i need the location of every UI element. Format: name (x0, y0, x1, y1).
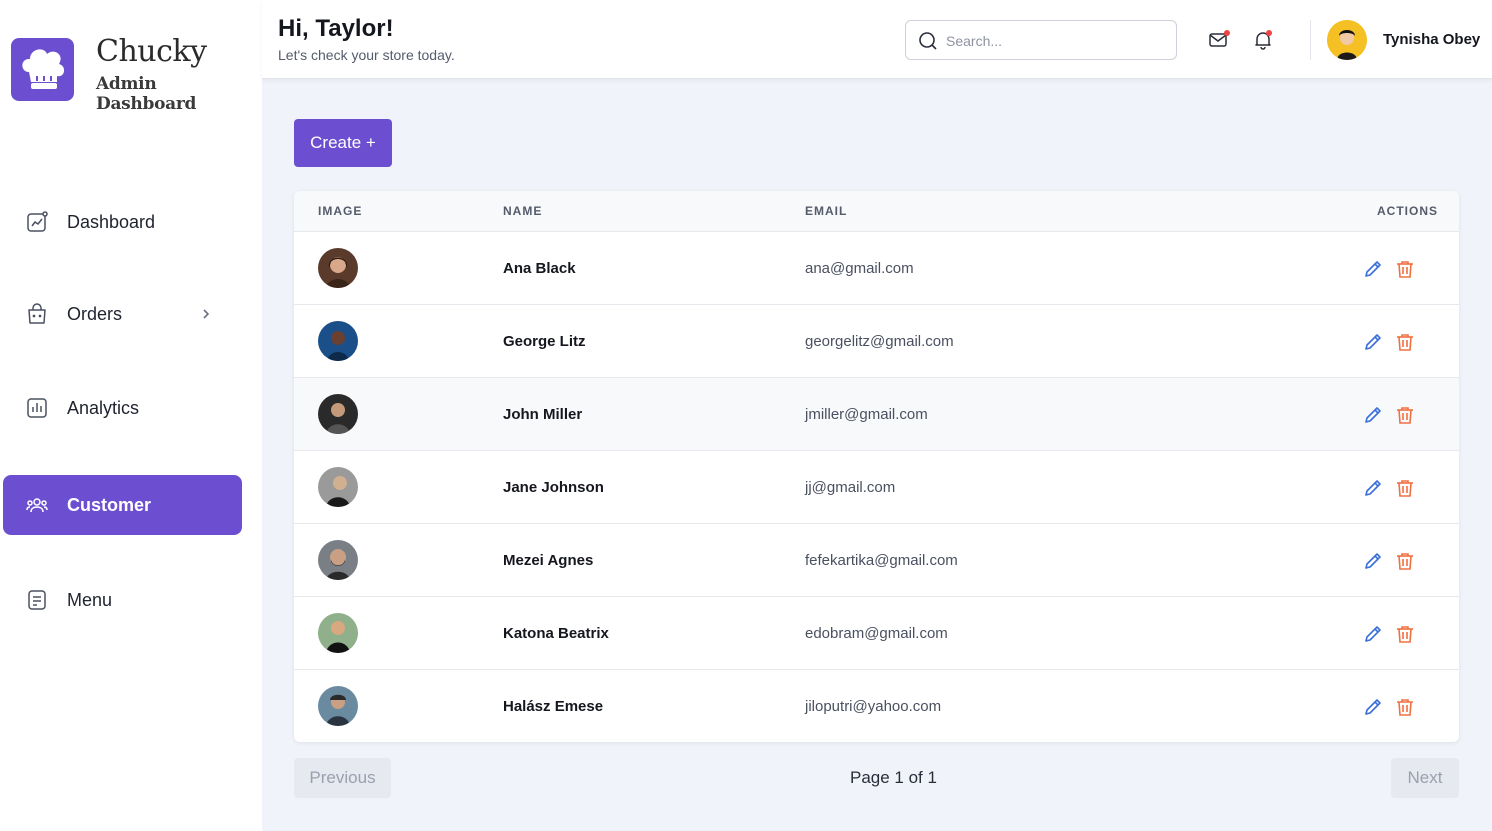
users-icon (25, 493, 49, 517)
top-header: Hi, Taylor! Let's check your store today… (262, 0, 1492, 79)
customer-email: fefekartika@gmail.com (805, 552, 958, 569)
customer-name: Ana Black (503, 260, 576, 277)
customer-avatar (318, 540, 358, 580)
page-greeting: Hi, Taylor! (278, 15, 394, 42)
brand-name: Chucky (96, 34, 207, 69)
user-name: Tynisha Obey (1383, 31, 1481, 48)
sidebar-item-label: Analytics (67, 397, 140, 418)
customer-avatar (318, 686, 358, 726)
customer-avatar (318, 467, 358, 507)
sidebar-item-orders[interactable]: Orders (3, 284, 242, 344)
sidebar: Chucky Admin Dashboard Dashboard Orders … (0, 0, 262, 831)
table-row: George Litz georgelitz@gmail.com (294, 305, 1459, 378)
customer-table: IMAGE NAME EMAIL ACTIONS Ana Black ana@g… (294, 191, 1459, 742)
sidebar-item-menu[interactable]: Menu (3, 570, 242, 630)
table-row: Ana Black ana@gmail.com (294, 232, 1459, 305)
previous-page-button[interactable]: Previous (294, 758, 391, 798)
table-row: Katona Beatrix edobram@gmail.com (294, 597, 1459, 670)
customer-name: George Litz (503, 333, 586, 350)
chevron-right-icon (199, 307, 213, 321)
customer-email: jmiller@gmail.com (805, 406, 928, 423)
pencil-icon[interactable] (1362, 258, 1384, 280)
customer-email: georgelitz@gmail.com (805, 333, 954, 350)
chef-hat-logo-icon (11, 38, 74, 101)
pencil-icon[interactable] (1362, 404, 1384, 426)
pencil-icon[interactable] (1362, 550, 1384, 572)
pencil-icon[interactable] (1362, 331, 1384, 353)
customer-name: Mezei Agnes (503, 552, 594, 569)
customer-name: John Miller (503, 406, 583, 423)
pencil-icon[interactable] (1362, 623, 1384, 645)
customer-name: Katona Beatrix (503, 625, 609, 642)
page-indicator: Page 1 of 1 (850, 768, 937, 787)
customer-email: edobram@gmail.com (805, 625, 948, 642)
customer-name: Halász Emese (503, 698, 604, 715)
trash-icon[interactable] (1394, 258, 1416, 280)
sidebar-item-label: Dashboard (67, 211, 156, 232)
page-subtitle: Let's check your store today. (278, 47, 455, 63)
table-row: Halász Emese jiloputri@yahoo.com (294, 670, 1459, 742)
column-header-name: NAME (503, 204, 543, 218)
bag-icon (25, 302, 49, 326)
sidebar-item-label: Orders (67, 303, 123, 324)
sidebar-item-label: Menu (67, 589, 113, 610)
customer-name: Jane Johnson (503, 479, 604, 496)
column-header-actions: ACTIONS (1377, 204, 1438, 218)
trash-icon[interactable] (1394, 477, 1416, 499)
list-icon (25, 588, 49, 612)
customer-avatar (318, 248, 358, 288)
brand-subtitle: Admin Dashboard (96, 74, 197, 114)
trash-icon[interactable] (1394, 623, 1416, 645)
table-row: Mezei Agnes fefekartika@gmail.com (294, 524, 1459, 597)
search-icon (919, 32, 937, 50)
table-header: IMAGE NAME EMAIL ACTIONS (294, 191, 1459, 232)
chart-icon (25, 210, 49, 234)
create-button[interactable]: Create + (294, 119, 392, 167)
sidebar-item-customer[interactable]: Customer (3, 475, 242, 535)
search-input[interactable] (946, 30, 1166, 52)
column-header-email: EMAIL (805, 204, 848, 218)
sidebar-item-label: Customer (67, 494, 152, 515)
bell-icon[interactable] (1251, 28, 1275, 52)
table-row: Jane Johnson jj@gmail.com (294, 451, 1459, 524)
customer-avatar (318, 394, 358, 434)
sidebar-item-dashboard[interactable]: Dashboard (3, 192, 242, 252)
avatar[interactable] (1327, 20, 1367, 60)
trash-icon[interactable] (1394, 404, 1416, 426)
customer-email: ana@gmail.com (805, 260, 914, 277)
customer-avatar (318, 321, 358, 361)
sidebar-item-analytics[interactable]: Analytics (3, 378, 242, 438)
trash-icon[interactable] (1394, 696, 1416, 718)
header-divider (1310, 20, 1311, 60)
pencil-icon[interactable] (1362, 696, 1384, 718)
table-row: John Miller jmiller@gmail.com (294, 378, 1459, 451)
next-page-button[interactable]: Next (1391, 758, 1459, 798)
customer-email: jiloputri@yahoo.com (805, 698, 942, 715)
column-header-image: IMAGE (318, 204, 363, 218)
customer-avatar (318, 613, 358, 653)
mail-icon[interactable] (1207, 28, 1231, 52)
search-box[interactable] (905, 20, 1177, 60)
trash-icon[interactable] (1394, 550, 1416, 572)
pencil-icon[interactable] (1362, 477, 1384, 499)
trash-icon[interactable] (1394, 331, 1416, 353)
bar-chart-icon (25, 396, 49, 420)
customer-email: jj@gmail.com (805, 479, 896, 496)
